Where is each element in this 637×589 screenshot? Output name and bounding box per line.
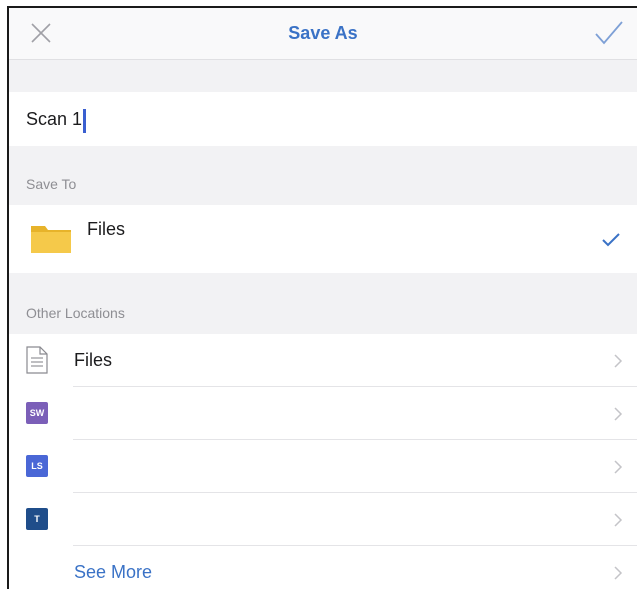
chevron-right-icon (614, 354, 623, 368)
save-as-sheet: Save As Save To Files Other Locations (7, 6, 637, 589)
chevron-right-icon (614, 513, 623, 527)
save-to-files-row[interactable]: Files (9, 205, 637, 273)
location-label: Files (74, 350, 113, 370)
checkmark-icon (602, 233, 620, 247)
file-name-input[interactable] (26, 104, 426, 134)
page-title: Save As (288, 23, 358, 43)
checkmark-icon[interactable] (593, 18, 625, 48)
other-locations-header: Other Locations (26, 305, 125, 321)
save-to-header: Save To (26, 176, 77, 192)
navigation-bar: Save As (9, 8, 637, 60)
ls-avatar-badge: LS (26, 455, 48, 477)
text-caret (83, 109, 86, 133)
location-row-t[interactable]: T (9, 493, 637, 546)
see-more-link[interactable]: See More (74, 562, 152, 583)
document-icon (26, 346, 48, 374)
save-to-files-label: Files (87, 219, 126, 239)
folder-icon (31, 226, 71, 253)
file-name-row (9, 92, 637, 146)
chevron-right-icon (614, 460, 623, 474)
close-icon[interactable] (27, 19, 55, 47)
location-row-ls[interactable]: LS (9, 440, 637, 493)
other-locations-list: Files SW LS T See More (9, 334, 637, 589)
see-more-row[interactable]: See More (9, 546, 637, 589)
location-row-sw[interactable]: SW (9, 387, 637, 440)
sw-avatar-badge: SW (26, 402, 48, 424)
location-row-files[interactable]: Files (9, 334, 637, 387)
chevron-right-icon (614, 566, 623, 580)
t-avatar-badge: T (26, 508, 48, 530)
chevron-right-icon (614, 407, 623, 421)
